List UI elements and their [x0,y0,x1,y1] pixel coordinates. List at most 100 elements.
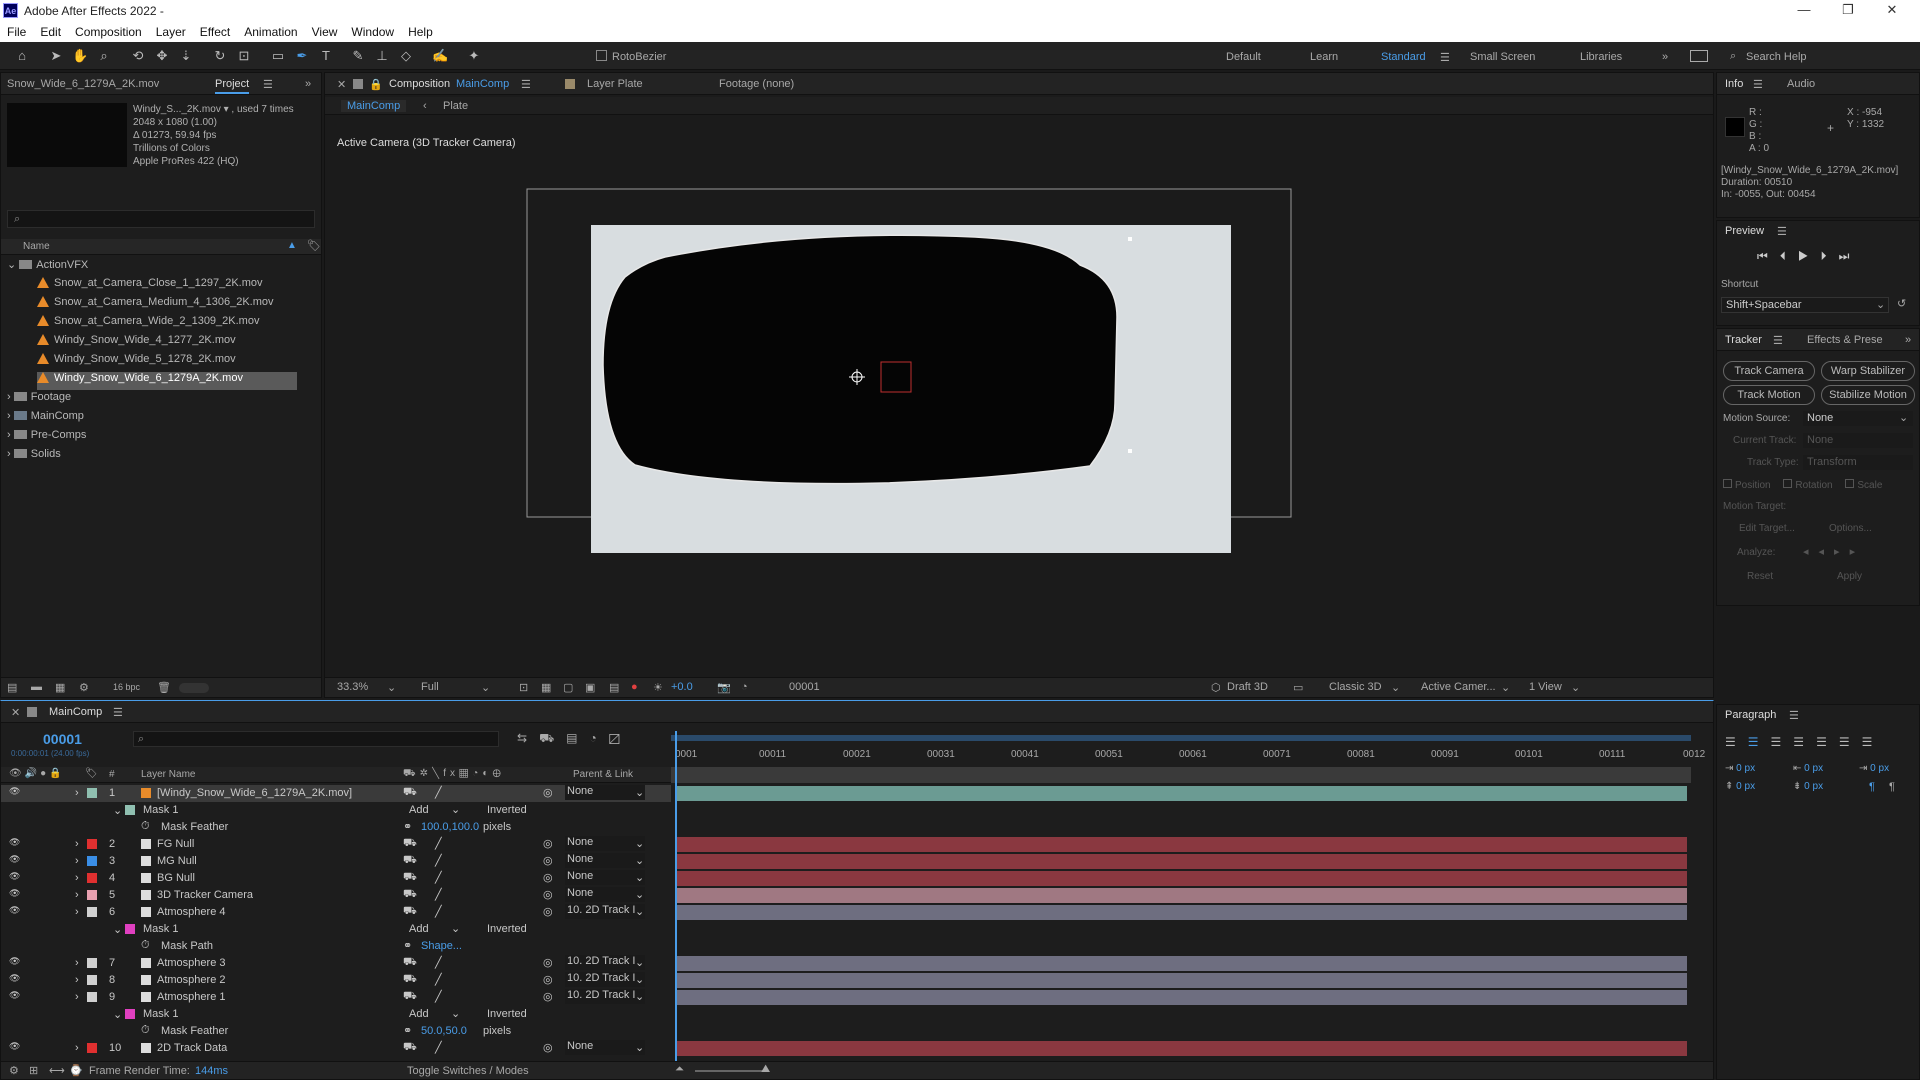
layer-row[interactable]: 👁 › 6 Atmosphere 4 ⛟ ╱ ◎ 10. 2D Track I ⌄ [1,904,671,921]
zoom-select[interactable]: 33.3% [337,681,368,693]
time-ruler[interactable]: 0001 00011 00021 00031 00041 00051 00061 00071 0… [671,731,1705,783]
mask-color-swatch[interactable] [125,805,135,815]
motion-blur-icon[interactable]: ◔ [590,731,609,745]
parent-select[interactable]: 10. 2D Track I [565,955,645,970]
chevron-down-icon[interactable]: ⌄ [7,259,19,271]
shy-switch-icon[interactable]: ⛟ [403,837,417,851]
mask-visibility-icon[interactable]: ▢ [563,681,573,694]
comp-menu-icon[interactable]: ☰ [521,78,531,91]
pickwhip-icon[interactable]: ◎ [543,956,553,969]
tracker-menu-icon[interactable]: ☰ [1773,334,1783,347]
menu-composition[interactable]: Composition [68,22,149,39]
delete-icon[interactable]: 🗑 [157,681,171,694]
draft-3d-toggle[interactable]: Draft 3D [1227,681,1268,693]
chevron-right-icon[interactable]: › [7,410,14,422]
chevron-down-icon[interactable]: ⌄ [635,786,644,799]
parent-select[interactable]: None [565,785,645,800]
chevron-down-icon[interactable]: ⌄ [635,990,644,1003]
tab-info[interactable]: Info [1725,78,1743,90]
project-item[interactable]: Windy_Snow_Wide_4_1277_2K.mov [37,334,236,352]
first-line-indent-field[interactable]: ⇥ 0 px [1859,763,1889,774]
pickwhip-icon[interactable]: ◎ [543,854,553,867]
parent-select[interactable]: None [565,887,645,902]
rotobezier-checkbox[interactable] [596,50,607,61]
chevron-down-icon[interactable]: ⌄ [1501,681,1510,694]
visibility-eye-icon[interactable]: 👁 [9,871,20,882]
in-out-icon[interactable]: ⟷ [49,1064,65,1077]
close-button[interactable]: ✕ [1872,2,1912,20]
property-row[interactable]: ⏱ Mask Path ⚭ Shape... [1,938,671,955]
exposure-value[interactable]: +0.0 [671,681,693,693]
chevron-down-icon[interactable]: ⌄ [635,973,644,986]
dolly-tool-icon[interactable]: ⇣ [178,48,194,64]
justify-right-icon[interactable]: ☰ [1839,735,1862,749]
chevron-down-icon[interactable]: ⌄ [113,804,122,817]
resolution-select[interactable]: Full [421,681,439,693]
mask-name[interactable]: Mask 1 [143,923,178,935]
label-color-swatch[interactable] [87,788,97,798]
quality-switch-icon[interactable]: ╱ [435,905,442,918]
mask-color-swatch[interactable] [125,1009,135,1019]
new-comp-icon[interactable]: ▦ [55,681,65,694]
align-center-icon[interactable]: ☰ [1748,735,1771,749]
layer-row[interactable]: 👁 › 2 FG Null ⛟ ╱ ◎ None ⌄ [1,836,671,853]
twirl-chevron-icon[interactable]: › [75,838,79,850]
show-snapshot-icon[interactable]: ◔ [741,681,748,693]
project-item[interactable]: › MainComp [7,410,84,428]
toggle-switches-modes[interactable]: Toggle Switches / Modes [407,1065,529,1077]
color-channels-icon[interactable]: ● [631,681,638,693]
visibility-eye-icon[interactable]: 👁 [9,905,20,916]
close-tab-icon[interactable]: ✕ [11,706,20,719]
type-tool-icon[interactable]: T [318,48,334,64]
chevron-down-icon[interactable]: ⌄ [451,922,460,935]
chevron-down-icon[interactable]: ⌄ [1391,681,1400,694]
column-layer-name[interactable]: Layer Name [141,769,195,780]
layer-name[interactable]: 2D Track Data [157,1042,227,1054]
renderer-select[interactable]: Classic 3D [1329,681,1382,693]
layer-duration-bar[interactable] [677,990,1687,1005]
stopwatch-icon[interactable]: ⏱ [141,820,150,833]
label-color-swatch[interactable] [87,1043,97,1053]
mask-inverted-toggle[interactable]: Inverted [487,1008,527,1020]
thumbnail-scroll[interactable] [179,683,209,693]
parent-select[interactable]: 10. 2D Track I [565,972,645,987]
prev-frame-icon[interactable]: ⏴ [1780,249,1798,263]
pan-tool-icon[interactable]: ✥ [154,48,170,64]
track-camera-button[interactable]: Track Camera [1723,361,1815,381]
tab-audio[interactable]: Audio [1787,78,1815,90]
workspace-menu-icon[interactable]: ☰ [1440,51,1450,64]
twirl-chevron-icon[interactable]: › [75,872,79,884]
search-help-input[interactable]: Search Help [1746,51,1807,63]
chevron-down-icon[interactable]: ⌄ [635,837,644,850]
warp-stabilizer-button[interactable]: Warp Stabilizer [1821,361,1915,381]
menu-window[interactable]: Window [344,22,401,39]
close-tab-icon[interactable]: ✕ [337,78,346,91]
mask-color-swatch[interactable] [125,924,135,934]
tab-footage[interactable]: Footage (none) [719,78,794,90]
chevron-down-icon[interactable]: ⌄ [387,681,396,694]
project-item[interactable]: › Footage [7,391,71,409]
visibility-eye-icon[interactable]: 👁 [9,888,20,899]
layer-name[interactable]: MG Null [157,855,197,867]
view-layout-select[interactable]: 1 View [1529,681,1562,693]
layer-duration-bar[interactable] [677,786,1687,801]
parent-select[interactable]: None [565,836,645,851]
justify-left-icon[interactable]: ☰ [1793,735,1816,749]
anchor-tool-icon[interactable]: ⊡ [236,48,252,64]
mask-name[interactable]: Mask 1 [143,804,178,816]
rtl-direction-icon[interactable]: ¶ [1889,781,1895,793]
layer-duration-bar[interactable] [677,871,1687,886]
reset-shortcut-icon[interactable]: ↺ [1897,297,1906,310]
expand-panes-icon[interactable]: ⊞ [29,1064,38,1077]
label-color-swatch[interactable] [87,975,97,985]
twirl-chevron-icon[interactable]: › [75,957,79,969]
mask-row[interactable]: ⌄ Mask 1 Add ⌄ Inverted [1,802,671,819]
interpret-footage-icon[interactable]: ▤ [7,681,17,694]
next-frame-icon[interactable]: ⏵ [1821,249,1839,263]
frame-blend-icon[interactable]: ▤ [566,731,589,745]
pickwhip-icon[interactable]: ◎ [543,871,553,884]
mask-inverted-toggle[interactable]: Inverted [487,804,527,816]
pickwhip-icon[interactable]: ◎ [543,786,553,799]
workspace-standard[interactable]: Standard [1381,51,1426,63]
chevron-down-icon[interactable]: ⌄ [635,956,644,969]
